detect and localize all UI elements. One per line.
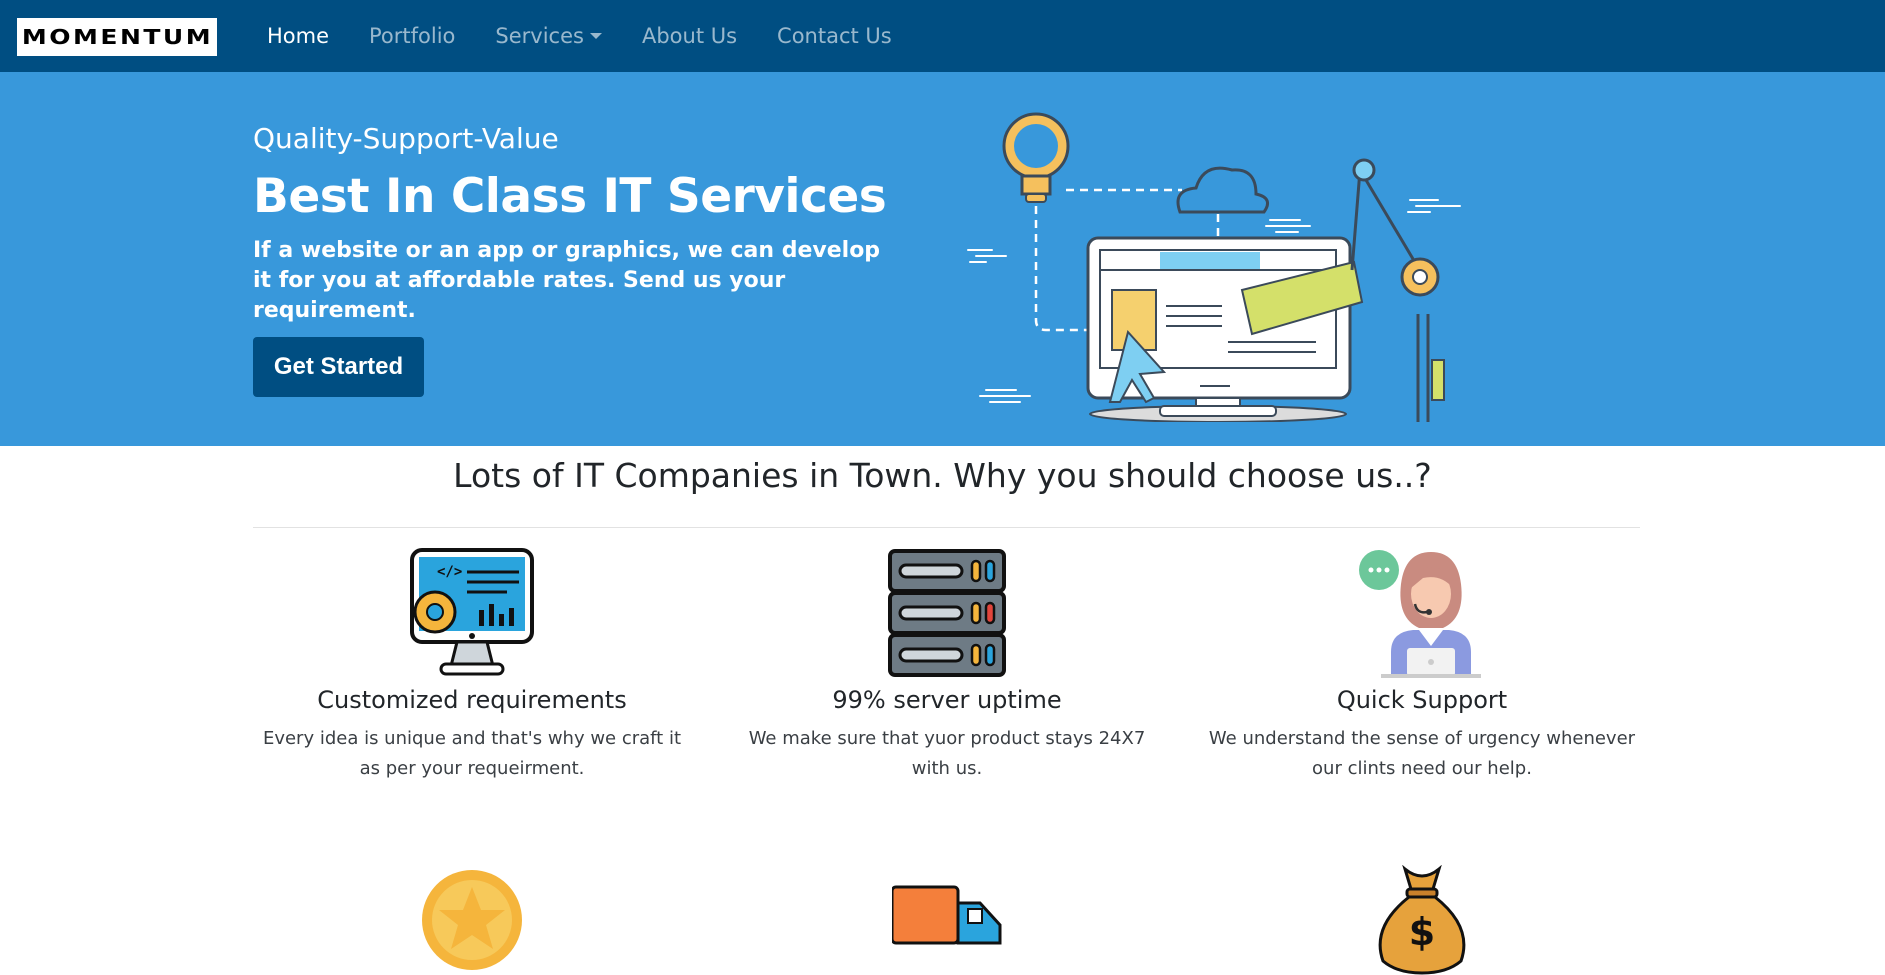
navbar: MOMENTUM Home Portfolio Services About U… [0,0,1885,72]
support-agent-icon [1359,550,1481,678]
feature-text: We make sure that yuor product stays 24X… [748,728,1146,779]
feature-text: We understand the sense of urgency whene… [1208,728,1636,779]
section-divider [253,527,1640,528]
hero-banner: Quality-Support-Value Best In Class IT S… [0,72,1885,446]
nav-home[interactable]: Home [247,0,349,72]
feature-card: Quick Support We understand the sense of… [1202,548,1642,784]
nav-services-label: Services [495,24,584,48]
brand-logo[interactable]: MOMENTUM [17,18,217,56]
feature-card [727,865,1167,975]
section-title: Lots of IT Companies in Town. Why you sh… [453,456,1432,495]
hero-description: If a website or an app or graphics, we c… [253,238,881,323]
feature-card: </> Customized requirements Every idea i… [252,548,692,784]
hero-text: Quality-Support-Value Best In Class IT S… [253,122,913,326]
feature-card: 99% server uptime We make sure that yuor… [727,548,1167,784]
hero-headline: Best In Class IT Services [253,169,887,224]
get-started-button[interactable]: Get Started [253,337,424,397]
svg-text:</>: </> [437,564,462,580]
brand-logo-text: MOMENTUM [21,25,213,49]
star-medal-icon [422,870,522,970]
computer-lightbulb-cloud-illustration [967,112,1461,422]
feature-title: Quick Support [1336,686,1508,714]
feature-text: Every idea is unique and that's why we c… [262,728,682,779]
nav-portfolio[interactable]: Portfolio [349,0,475,72]
nav-services[interactable]: Services [475,0,622,72]
main-nav: Home Portfolio Services About Us Contact… [247,0,912,72]
delivery-truck-icon [892,885,1002,945]
hero-tagline: Quality-Support-Value [253,122,559,155]
feature-title: 99% server uptime [832,686,1062,714]
monitor-code-gear-icon: </> [410,548,534,676]
nav-contact-us[interactable]: Contact Us [757,0,912,72]
feature-card [252,865,692,975]
server-rack-icon [888,549,1006,677]
nav-about-us[interactable]: About Us [622,0,757,72]
svg-text:$: $ [1409,910,1435,954]
feature-title: Customized requirements [317,686,627,714]
feature-card: $ [1202,865,1642,975]
money-bag-icon: $ [1378,865,1466,975]
chevron-down-icon [589,33,602,39]
